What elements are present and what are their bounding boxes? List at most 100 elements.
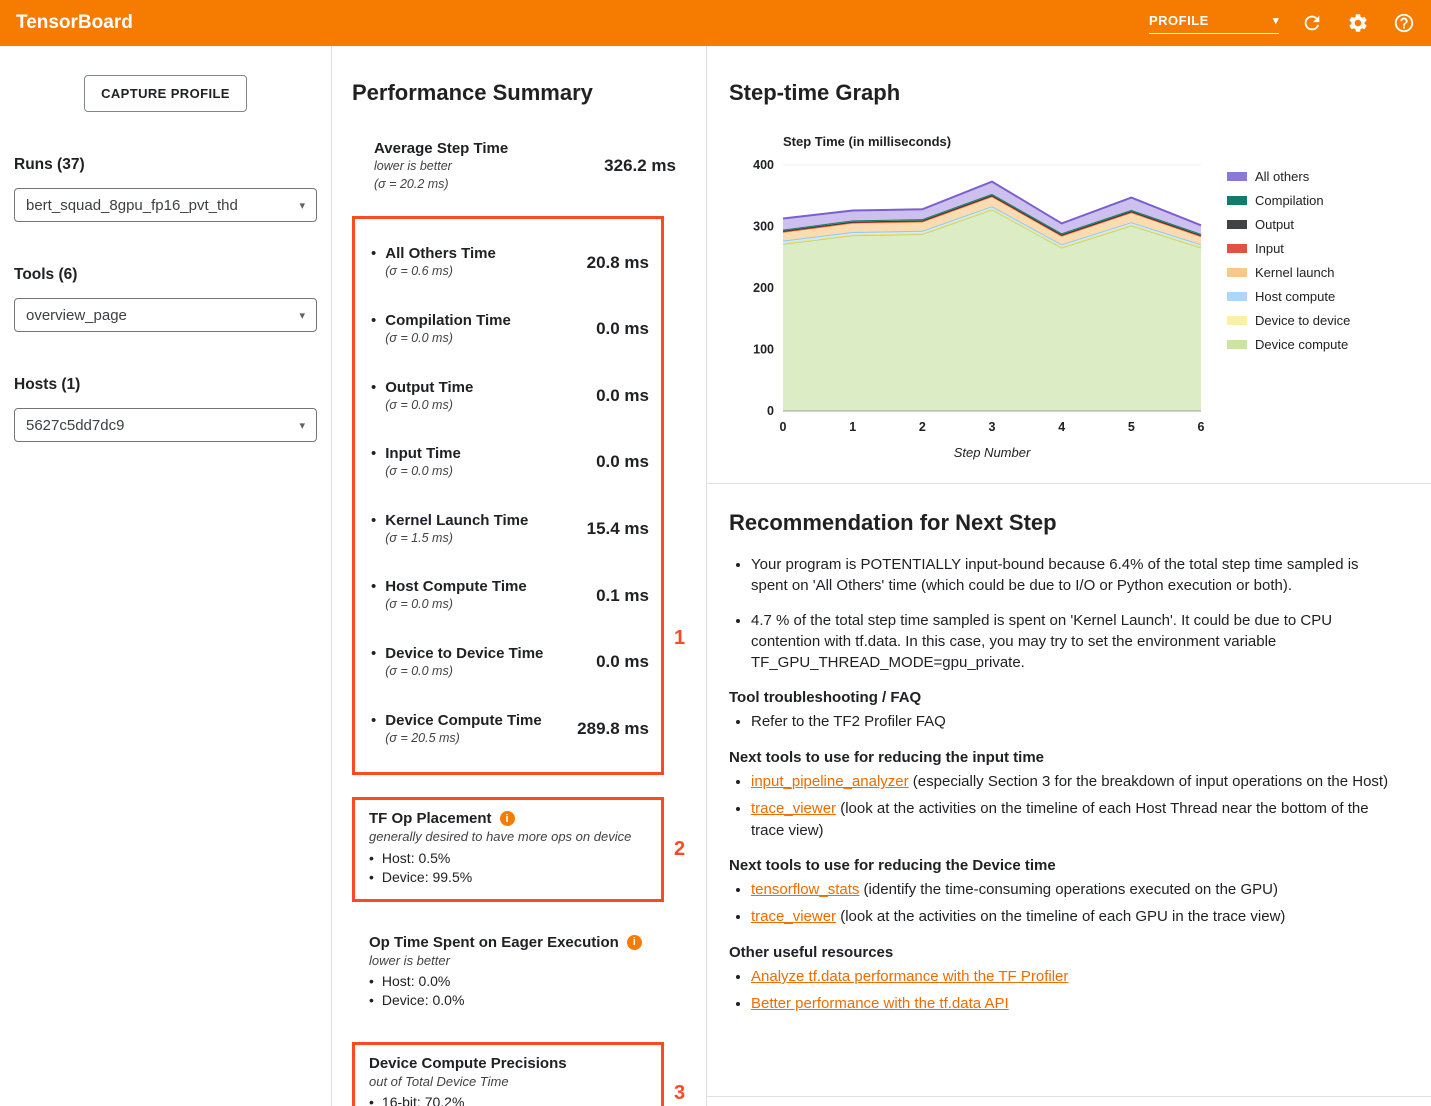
metric-value: 20.8 ms bbox=[587, 253, 649, 273]
capture-profile-button[interactable]: CAPTURE PROFILE bbox=[84, 75, 247, 112]
hosts-select[interactable]: 5627c5dd7dc9 ▾ bbox=[14, 408, 317, 442]
topbar-actions: PROFILE ▾ bbox=[1149, 10, 1417, 36]
bullet: • bbox=[371, 712, 376, 730]
metric-label: Output Time bbox=[385, 379, 473, 396]
legend-item-input: Input bbox=[1227, 241, 1350, 256]
metric-sigma: (σ = 0.0 ms) bbox=[385, 664, 543, 680]
list-item: Analyze tf.data performance with the TF … bbox=[751, 966, 1395, 988]
metric-sigma: (σ = 0.0 ms) bbox=[385, 398, 473, 414]
svg-text:6: 6 bbox=[1198, 420, 1205, 434]
recommendation-bullet: 4.7 % of the total step time sampled is … bbox=[751, 610, 1395, 674]
sidebar: CAPTURE PROFILE Runs (37) bert_squad_8gp… bbox=[0, 46, 331, 1106]
legend-label: Input bbox=[1255, 241, 1284, 256]
legend-swatch bbox=[1227, 340, 1247, 349]
tools-group: Tools (6) overview_page ▾ bbox=[14, 266, 317, 332]
list-item: Host: 0.5% bbox=[369, 849, 647, 868]
performance-summary-title: Performance Summary bbox=[352, 80, 706, 106]
list-item-text: (identify the time-consuming operations … bbox=[859, 881, 1278, 898]
metric-label: Average Step Time bbox=[374, 140, 508, 157]
tools-label: Tools (6) bbox=[14, 266, 317, 284]
list-item: Refer to the TF2 Profiler FAQ bbox=[751, 711, 1395, 733]
svg-text:0: 0 bbox=[780, 420, 787, 434]
legend-label: Device to device bbox=[1255, 313, 1350, 328]
block-note: generally desired to have more ops on de… bbox=[369, 829, 647, 845]
metric-label: All Others Time bbox=[385, 245, 496, 262]
runs-group: Runs (37) bert_squad_8gpu_fp16_pvt_thd ▾ bbox=[14, 156, 317, 222]
metric-value: 15.4 ms bbox=[587, 519, 649, 539]
svg-text:200: 200 bbox=[753, 281, 774, 295]
legend-label: Compilation bbox=[1255, 193, 1324, 208]
step-time-chart: 01002003004000123456Step Number bbox=[737, 157, 1215, 463]
recommendation-bullets: Your program is POTENTIALLY input-bound … bbox=[729, 554, 1395, 673]
runs-label: Runs (37) bbox=[14, 156, 317, 174]
settings-gear-icon[interactable] bbox=[1345, 10, 1371, 36]
svg-text:2: 2 bbox=[919, 420, 926, 434]
legend-label: Output bbox=[1255, 217, 1294, 232]
tensorflow-stats-link[interactable]: tensorflow_stats bbox=[751, 881, 859, 898]
tfdata-api-link[interactable]: Better performance with the tf.data API bbox=[751, 995, 1009, 1012]
metric-label: Compilation Time bbox=[385, 312, 511, 329]
block-items: 16-bit: 70.2% 32-bit: 29.8% bbox=[369, 1093, 647, 1106]
help-icon[interactable] bbox=[1391, 10, 1417, 36]
svg-text:400: 400 bbox=[753, 158, 774, 172]
annotation-box-1: • All Others Time (σ = 0.6 ms) 20.8 ms •… bbox=[352, 216, 664, 775]
list-item: tensorflow_stats (identify the time-cons… bbox=[751, 879, 1395, 901]
metric-value: 0.1 ms bbox=[596, 586, 649, 606]
metric-value: 0.0 ms bbox=[596, 652, 649, 672]
metric-sigma: (σ = 0.6 ms) bbox=[385, 264, 496, 280]
annotation-box-3: Device Compute Precisions out of Total D… bbox=[352, 1042, 664, 1106]
list-item: trace_viewer (look at the activities on … bbox=[751, 798, 1395, 842]
legend-item-device-to-device: Device to device bbox=[1227, 313, 1350, 328]
svg-text:5: 5 bbox=[1128, 420, 1135, 434]
metric-note: lower is better bbox=[374, 159, 508, 175]
recommendation-card: Recommendation for Next Step Your progra… bbox=[707, 484, 1431, 1097]
bullet: • bbox=[371, 245, 376, 263]
precisions-region: Device Compute Precisions out of Total D… bbox=[352, 1042, 706, 1106]
device-tools-list: tensorflow_stats (identify the time-cons… bbox=[729, 879, 1395, 928]
bullet: • bbox=[371, 578, 376, 596]
tools-select[interactable]: overview_page ▾ bbox=[14, 298, 317, 332]
metric-label: Host Compute Time bbox=[385, 578, 526, 595]
metric-value: 326.2 ms bbox=[604, 156, 676, 176]
legend-item-device-compute: Device compute bbox=[1227, 337, 1350, 352]
svg-text:300: 300 bbox=[753, 220, 774, 234]
legend-item-compilation: Compilation bbox=[1227, 193, 1350, 208]
list-item-text: (look at the activities on the timeline … bbox=[751, 800, 1369, 839]
legend-label: Device compute bbox=[1255, 337, 1348, 352]
average-step-time-row: Average Step Time lower is better (σ = 2… bbox=[374, 140, 686, 192]
trace-viewer-link[interactable]: trace_viewer bbox=[751, 800, 836, 817]
list-item: Better performance with the tf.data API bbox=[751, 993, 1395, 1015]
metric-value: 0.0 ms bbox=[596, 452, 649, 472]
chevron-down-icon: ▾ bbox=[299, 199, 305, 212]
metric-row: • Compilation Time (σ = 0.0 ms) 0.0 ms bbox=[355, 296, 661, 363]
legend-swatch bbox=[1227, 268, 1247, 277]
tfdata-performance-link[interactable]: Analyze tf.data performance with the TF … bbox=[751, 968, 1068, 985]
faq-list: Refer to the TF2 Profiler FAQ bbox=[729, 711, 1395, 733]
legend-item-all-others: All others bbox=[1227, 169, 1350, 184]
input-pipeline-analyzer-link[interactable]: input_pipeline_analyzer bbox=[751, 773, 909, 790]
list-item: Host: 0.0% bbox=[369, 972, 647, 991]
chart-legend: All othersCompilationOutputInputKernel l… bbox=[1227, 169, 1350, 463]
metric-value: 0.0 ms bbox=[596, 386, 649, 406]
metric-row: • All Others Time (σ = 0.6 ms) 20.8 ms bbox=[355, 229, 661, 296]
performance-summary-panel: Performance Summary Average Step Time lo… bbox=[331, 46, 707, 1106]
dashboard-selector[interactable]: PROFILE ▾ bbox=[1149, 13, 1279, 34]
list-item-text: (look at the activities on the timeline … bbox=[836, 908, 1285, 925]
info-icon[interactable]: i bbox=[500, 811, 515, 826]
info-icon[interactable]: i bbox=[627, 935, 642, 950]
bullet: • bbox=[371, 445, 376, 463]
block-note: lower is better bbox=[369, 953, 647, 969]
right-panel: Step-time Graph Step Time (in millisecon… bbox=[707, 46, 1431, 1106]
device-tools-header: Next tools to use for reducing the Devic… bbox=[729, 857, 1395, 874]
reload-icon[interactable] bbox=[1299, 10, 1325, 36]
annotation-number-3: 3 bbox=[674, 1082, 685, 1105]
block-title: Op Time Spent on Eager Execution bbox=[369, 934, 619, 951]
svg-text:Step Number: Step Number bbox=[954, 445, 1031, 460]
runs-select[interactable]: bert_squad_8gpu_fp16_pvt_thd ▾ bbox=[14, 188, 317, 222]
app-title: TensorBoard bbox=[16, 12, 133, 34]
annotation-box-2: TF Op Placement i generally desired to h… bbox=[352, 797, 664, 901]
legend-item-output: Output bbox=[1227, 217, 1350, 232]
input-tools-header: Next tools to use for reducing the input… bbox=[729, 749, 1395, 766]
trace-viewer-link[interactable]: trace_viewer bbox=[751, 908, 836, 925]
metric-row: • Device Compute Time (σ = 20.5 ms) 289.… bbox=[355, 696, 661, 763]
